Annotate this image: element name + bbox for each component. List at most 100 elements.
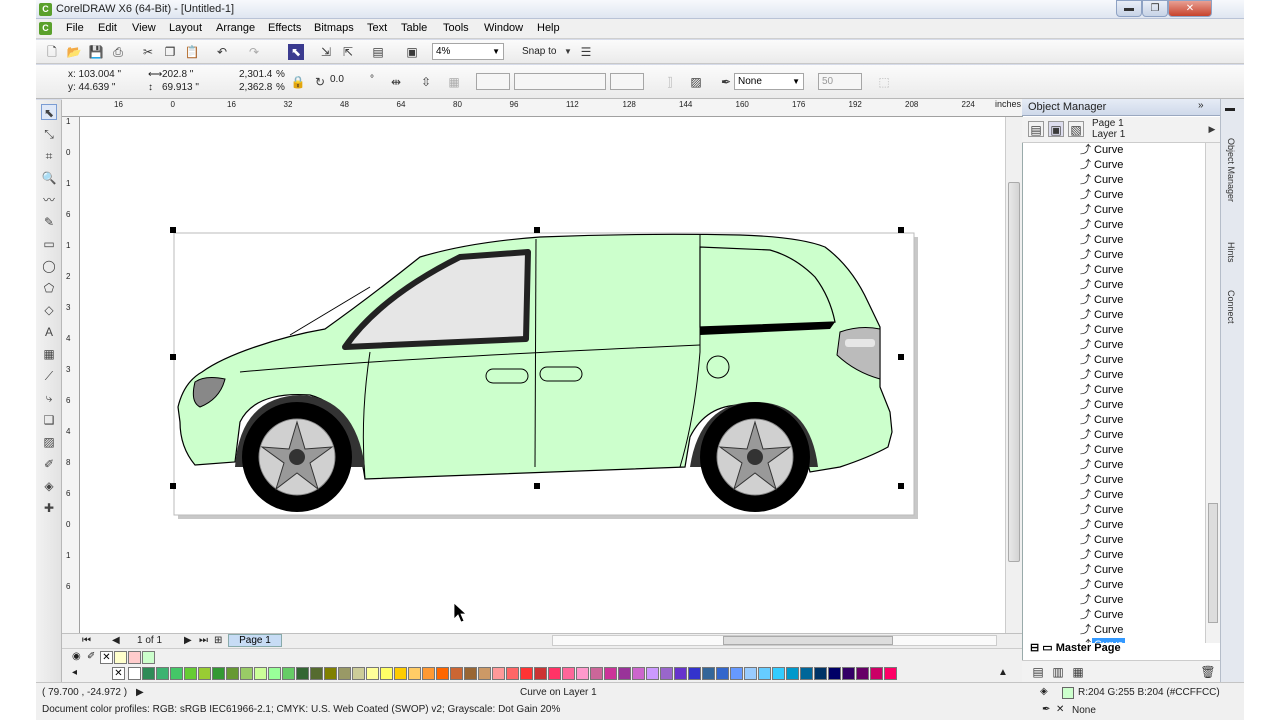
- scale-y-field[interactable]: 2,362.8: [239, 82, 272, 93]
- object-list-item[interactable]: ⤴Curve: [1080, 383, 1125, 398]
- horizontal-ruler[interactable]: 16 0 16 32 48 64 80 96 112 128 144 160 176 192 208 224: [62, 99, 1022, 117]
- show-properties-icon[interactable]: ▤: [1028, 121, 1044, 137]
- palette-swatch[interactable]: [786, 667, 799, 680]
- palette-swatch[interactable]: [506, 667, 519, 680]
- handle-bottom-right[interactable]: [898, 483, 904, 489]
- object-list-item[interactable]: ⤴Curve: [1080, 533, 1125, 548]
- object-list-item[interactable]: ⤴Curve: [1080, 563, 1125, 578]
- car-drawing[interactable]: [80, 117, 1005, 633]
- palette-swatch[interactable]: [674, 667, 687, 680]
- import-icon[interactable]: ⇲: [318, 44, 334, 60]
- menu-table[interactable]: Table: [401, 22, 427, 34]
- options-icon[interactable]: ☰: [578, 44, 594, 60]
- rotation-angle-field[interactable]: 0.0: [330, 74, 344, 85]
- palette-swatch[interactable]: [492, 667, 505, 680]
- handle-top-right[interactable]: [898, 227, 904, 233]
- object-list-item[interactable]: ⤴Curve: [1080, 278, 1125, 293]
- interactive-fill-tool-icon[interactable]: ✚: [41, 500, 57, 516]
- vertical-ruler[interactable]: 1 0 1 6 1 2 3 4 3 6 4 8 6 0 1 6: [62, 117, 80, 633]
- palette-swatch[interactable]: [744, 667, 757, 680]
- palette-swatch[interactable]: [618, 667, 631, 680]
- object-list-item[interactable]: ⤴Curve: [1080, 248, 1125, 263]
- palette-swatch[interactable]: [296, 667, 309, 680]
- palette-swatch[interactable]: [310, 667, 323, 680]
- docker-options-arrow-icon[interactable]: ▶: [1204, 121, 1220, 137]
- palette-swatch[interactable]: [884, 667, 897, 680]
- palette-swatch[interactable]: [422, 667, 435, 680]
- new-layer-icon[interactable]: ▤: [1030, 664, 1046, 680]
- handle-top-left[interactable]: [170, 227, 176, 233]
- x-position-field[interactable]: x: 103.004 ": [68, 69, 121, 80]
- object-list-item[interactable]: ⤴Curve: [1080, 158, 1125, 173]
- palette-swatch[interactable]: [170, 667, 183, 680]
- object-tree-scrollbar[interactable]: [1205, 143, 1220, 643]
- palette-swatch[interactable]: [856, 667, 869, 680]
- palette-menu-icon[interactable]: ◉: [72, 651, 81, 662]
- object-list-item[interactable]: ⤴Curve: [1080, 413, 1125, 428]
- menu-edit[interactable]: Edit: [98, 22, 117, 34]
- object-list-item[interactable]: ⤴Curve: [1080, 518, 1125, 533]
- tab-connect[interactable]: Connect: [1226, 290, 1236, 324]
- menu-help[interactable]: Help: [537, 22, 560, 34]
- object-list-item[interactable]: ⤴Curve: [1080, 473, 1125, 488]
- palette-swatch[interactable]: [142, 667, 155, 680]
- palette-swatch[interactable]: [324, 667, 337, 680]
- table-tool-icon[interactable]: ▦: [41, 346, 57, 362]
- palette-swatch[interactable]: [702, 667, 715, 680]
- object-list-item[interactable]: ⤴Curve: [1080, 308, 1125, 323]
- width-field[interactable]: 202.8 ": [162, 69, 193, 80]
- object-list-item[interactable]: ⤴Curve: [1080, 323, 1125, 338]
- menu-arrange[interactable]: Arrange: [216, 22, 255, 34]
- menu-window[interactable]: Window: [484, 22, 523, 34]
- last-page-icon[interactable]: ⏭: [199, 635, 208, 646]
- object-list-item[interactable]: ⤴Curve: [1080, 503, 1125, 518]
- palette-swatch[interactable]: [128, 667, 141, 680]
- zoom-level-dropdown[interactable]: 4% ▼: [432, 43, 504, 60]
- wrap-text-icon[interactable]: ▨: [688, 74, 704, 90]
- no-color-swatch[interactable]: ✕: [100, 651, 113, 664]
- object-list-item[interactable]: ⤴Curve: [1080, 188, 1125, 203]
- menu-file[interactable]: File: [66, 22, 84, 34]
- palette-swatch[interactable]: [408, 667, 421, 680]
- swatch-recent-3[interactable]: [142, 651, 155, 664]
- ellipse-tool-icon[interactable]: ◯: [41, 258, 57, 274]
- first-page-icon[interactable]: ⏮: [82, 635, 91, 646]
- object-list-item[interactable]: ⤴Curve: [1080, 488, 1125, 503]
- palette-scroll-left-icon[interactable]: ◂: [72, 667, 77, 678]
- palette-swatch[interactable]: [632, 667, 645, 680]
- object-list-item[interactable]: ⤴Curve: [1080, 368, 1125, 383]
- palette-swatch[interactable]: [380, 667, 393, 680]
- eyedropper-tool-icon[interactable]: ✐: [41, 456, 57, 472]
- palette-swatch[interactable]: [562, 667, 575, 680]
- object-list-item[interactable]: ⤴Curve: [1080, 578, 1125, 593]
- menu-bitmaps[interactable]: Bitmaps: [314, 22, 354, 34]
- crop-tool-icon[interactable]: ⌗: [41, 148, 57, 164]
- edit-across-layers-icon[interactable]: ▧: [1068, 121, 1084, 137]
- basic-shapes-tool-icon[interactable]: ◇: [41, 302, 57, 318]
- smoothing-field[interactable]: 50: [818, 73, 862, 90]
- height-field[interactable]: 69.913 ": [162, 82, 199, 93]
- snap-dropdown-icon[interactable]: ▼: [560, 44, 576, 60]
- publish-pdf-icon[interactable]: ▤: [370, 44, 386, 60]
- palette-swatch[interactable]: [800, 667, 813, 680]
- layer-manager-view-icon[interactable]: ▣: [1048, 121, 1064, 137]
- palette-swatch[interactable]: [436, 667, 449, 680]
- outline-style-dropdown[interactable]: [476, 73, 510, 90]
- swatch-recent-2[interactable]: [128, 651, 141, 664]
- palette-swatch[interactable]: [520, 667, 533, 680]
- docker-minimize-icon[interactable]: ▬: [1225, 103, 1235, 114]
- palette-swatch[interactable]: [660, 667, 673, 680]
- print-icon[interactable]: ⎙: [110, 44, 126, 60]
- palette-swatch[interactable]: [534, 667, 547, 680]
- new-master-layer-all-icon[interactable]: ▦: [1070, 664, 1086, 680]
- palette-swatch[interactable]: [576, 667, 589, 680]
- palette-swatch[interactable]: [688, 667, 701, 680]
- palette-swatch[interactable]: [352, 667, 365, 680]
- next-page-icon[interactable]: ▶: [184, 635, 192, 646]
- bounding-box-icon[interactable]: ⬚: [876, 74, 892, 90]
- handle-bottom-left[interactable]: [170, 483, 176, 489]
- handle-middle-left[interactable]: [170, 354, 176, 360]
- application-launcher-icon[interactable]: ▣: [404, 44, 420, 60]
- palette-swatch[interactable]: [212, 667, 225, 680]
- delete-icon[interactable]: 🗑: [1200, 664, 1216, 680]
